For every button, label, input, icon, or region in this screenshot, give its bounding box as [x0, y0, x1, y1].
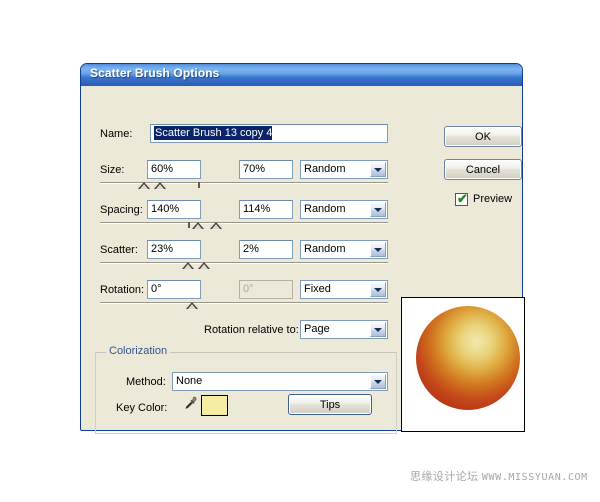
spacing-slider-track[interactable]	[100, 222, 388, 224]
chevron-down-icon	[374, 207, 382, 212]
chevron-down-icon	[374, 167, 382, 172]
preview-sphere-artwork	[416, 306, 520, 410]
scatter-slider-thumb-max[interactable]	[198, 262, 210, 269]
dialog-title: Scatter Brush Options	[90, 66, 220, 80]
rotation-relative-label: Rotation relative to:	[204, 324, 299, 336]
scatter-mode-value: Random	[304, 243, 346, 255]
brush-preview-panel	[401, 297, 525, 432]
rotation-mode-value: Fixed	[304, 283, 331, 295]
spacing-max-input[interactable]: 114%	[239, 200, 293, 219]
checkmark-icon: ✔	[457, 191, 468, 206]
name-input[interactable]: Scatter Brush 13 copy 4	[150, 124, 388, 143]
key-color-label: Key Color:	[116, 402, 168, 414]
chevron-down-icon	[374, 287, 382, 292]
spacing-slider-tick	[188, 222, 190, 228]
preview-checkbox-label: Preview	[473, 193, 513, 205]
chevron-down-icon	[374, 247, 382, 252]
rotation-relative-combo[interactable]: Page	[300, 320, 388, 339]
size-min-input[interactable]: 60%	[147, 160, 201, 179]
rotation-slider-track[interactable]	[100, 302, 388, 304]
rotation-max-input: 0°	[239, 280, 293, 299]
name-input-value: Scatter Brush 13 copy 4	[154, 126, 273, 140]
rotation-relative-dropdown-button[interactable]	[370, 322, 386, 337]
spacing-label: Spacing:	[100, 204, 143, 216]
spacing-mode-combo[interactable]: Random	[300, 200, 388, 219]
rotation-mode-dropdown-button[interactable]	[370, 282, 386, 297]
scatter-mode-combo[interactable]: Random	[300, 240, 388, 259]
scatter-min-input[interactable]: 23%	[147, 240, 201, 259]
method-dropdown-button[interactable]	[370, 374, 386, 389]
scatter-mode-dropdown-button[interactable]	[370, 242, 386, 257]
size-max-input[interactable]: 70%	[239, 160, 293, 179]
scatter-brush-options-dialog: Scatter Brush Options Name: Scatter Brus…	[80, 63, 525, 434]
scatter-max-input[interactable]: 2%	[239, 240, 293, 259]
rotation-min-input[interactable]: 0°	[147, 280, 201, 299]
rotation-mode-combo[interactable]: Fixed	[300, 280, 388, 299]
size-slider-thumb-max[interactable]	[154, 182, 166, 189]
method-combo[interactable]: None	[172, 372, 388, 391]
key-color-swatch[interactable]	[201, 395, 228, 416]
preview-checkbox[interactable]: ✔	[455, 191, 468, 206]
cancel-button[interactable]: Cancel	[444, 159, 522, 180]
chevron-down-icon	[374, 327, 382, 332]
rotation-slider-thumb[interactable]	[186, 302, 198, 309]
name-label: Name:	[100, 128, 133, 140]
watermark-url: WWW.MISSYUAN.COM	[481, 472, 588, 483]
rotation-relative-value: Page	[304, 323, 330, 335]
dialog-body: Name: Scatter Brush 13 copy 4 Size: 60% …	[84, 86, 525, 434]
rotation-label: Rotation:	[100, 284, 145, 296]
size-slider-thumb-min[interactable]	[138, 182, 150, 189]
spacing-mode-dropdown-button[interactable]	[370, 202, 386, 217]
watermark: 思缘设计论坛 WWW.MISSYUAN.COM	[410, 468, 588, 484]
watermark-cjk: 思缘设计论坛	[410, 470, 479, 483]
spacing-mode-value: Random	[304, 203, 346, 215]
colorization-group	[95, 352, 397, 434]
scatter-slider-track[interactable]	[100, 262, 388, 264]
spacing-slider-thumb-max[interactable]	[210, 222, 222, 229]
size-mode-dropdown-button[interactable]	[370, 162, 386, 177]
chevron-down-icon	[374, 379, 382, 384]
dialog-titlebar[interactable]: Scatter Brush Options	[81, 64, 522, 86]
tips-button[interactable]: Tips	[288, 394, 372, 415]
scatter-slider-thumb-min[interactable]	[182, 262, 194, 269]
method-value: None	[176, 375, 203, 387]
scatter-label: Scatter:	[100, 244, 138, 256]
eyedropper-icon[interactable]	[180, 395, 198, 413]
size-mode-value: Random	[304, 163, 346, 175]
ok-button[interactable]: OK	[444, 126, 522, 147]
method-label: Method:	[126, 376, 166, 388]
size-slider-tick	[198, 182, 200, 188]
colorization-legend: Colorization	[106, 345, 171, 357]
size-label: Size:	[100, 164, 125, 176]
size-mode-combo[interactable]: Random	[300, 160, 388, 179]
spacing-min-input[interactable]: 140%	[147, 200, 201, 219]
spacing-slider-thumb-min[interactable]	[192, 222, 204, 229]
